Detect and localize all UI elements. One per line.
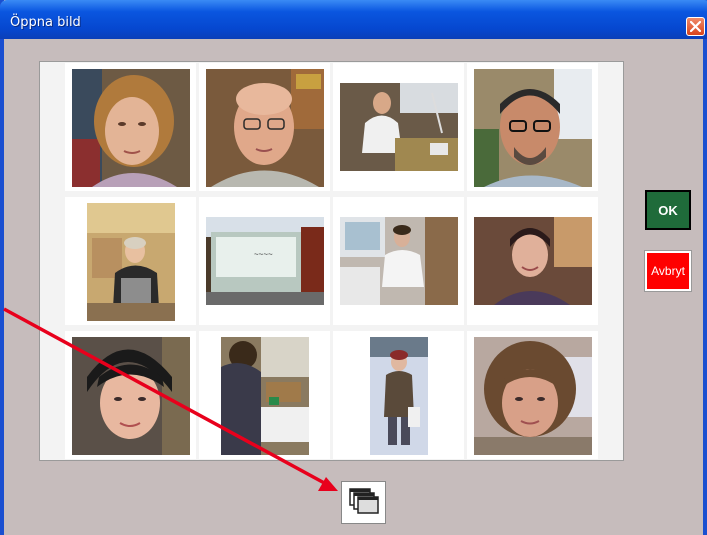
close-icon — [690, 21, 701, 32]
image-tile-12[interactable] — [467, 331, 598, 459]
image-tile-3[interactable] — [333, 63, 464, 191]
photo-person-smiling — [474, 217, 592, 305]
photo-keyboard-desk — [221, 337, 309, 455]
photo-woman-blonde — [72, 69, 190, 187]
image-tile-2[interactable] — [199, 63, 330, 191]
photo-woman-workshop — [87, 203, 175, 321]
window-title: Öppna bild — [10, 15, 81, 30]
photo-man-glasses — [206, 69, 324, 187]
photo-woman-dark-hair — [72, 337, 190, 455]
photo-person-brown-hair — [474, 337, 592, 455]
photo-man-beard — [474, 69, 592, 187]
image-tile-7[interactable] — [333, 197, 464, 325]
close-button[interactable] — [686, 17, 705, 36]
svg-text:~~~~: ~~~~ — [254, 250, 273, 259]
cancel-button[interactable]: Avbryt — [644, 250, 692, 292]
photo-child-snow — [370, 337, 428, 455]
image-tile-6[interactable]: ~~~~ — [199, 197, 330, 325]
image-tile-1[interactable] — [65, 63, 196, 191]
image-tile-10[interactable] — [199, 331, 330, 459]
image-tile-11[interactable] — [333, 331, 464, 459]
photo-man-at-desk — [340, 83, 458, 171]
image-tile-5[interactable] — [65, 197, 196, 325]
photo-shop-window: ~~~~ — [206, 217, 324, 305]
photo-man-computer — [340, 217, 458, 305]
image-tile-8[interactable] — [467, 197, 598, 325]
browse-button[interactable] — [341, 481, 386, 524]
image-grid: ~~~~ — [39, 61, 624, 461]
image-tile-4[interactable] — [467, 63, 598, 191]
title-bar: Öppna bild — [0, 0, 707, 39]
image-tile-9[interactable] — [65, 331, 196, 459]
ok-button[interactable]: OK — [645, 190, 691, 230]
open-image-dialog: Öppna bild ~~~~ OK Avbryt — [0, 0, 707, 535]
overlapping-windows-icon — [349, 488, 379, 514]
